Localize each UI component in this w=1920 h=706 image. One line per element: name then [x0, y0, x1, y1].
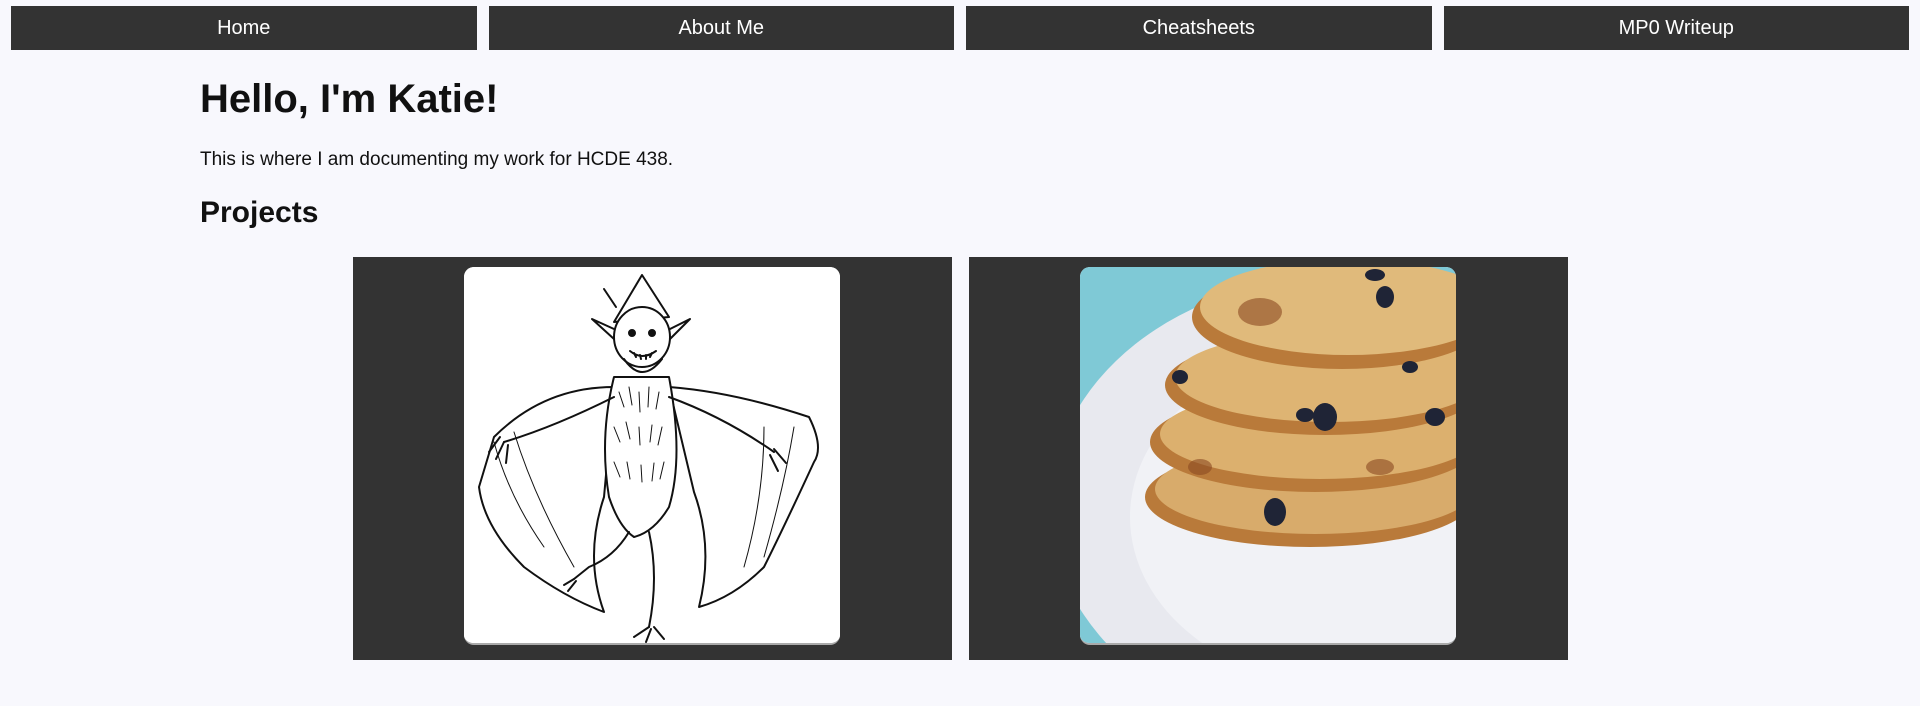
project-card-goblin[interactable] — [353, 257, 952, 660]
cookie-stack-image — [1080, 267, 1456, 643]
nav-about-me[interactable]: About Me — [488, 6, 954, 50]
projects-heading: Projects — [200, 196, 319, 229]
cookie-stack-photo[interactable] — [1080, 267, 1456, 645]
nav-cheatsheets[interactable]: Cheatsheets — [966, 6, 1432, 50]
nav-mp0-writeup[interactable]: MP0 Writeup — [1443, 6, 1909, 50]
page-title: Hello, I'm Katie! — [200, 77, 499, 121]
nav-home[interactable]: Home — [11, 6, 477, 50]
top-nav: Home About Me Cheatsheets MP0 Writeup — [11, 6, 1909, 50]
project-card-cookies[interactable] — [969, 257, 1568, 660]
goblin-illustration[interactable] — [464, 267, 840, 645]
intro-text: This is where I am documenting my work f… — [200, 149, 674, 170]
goblin-drawing — [464, 267, 840, 643]
